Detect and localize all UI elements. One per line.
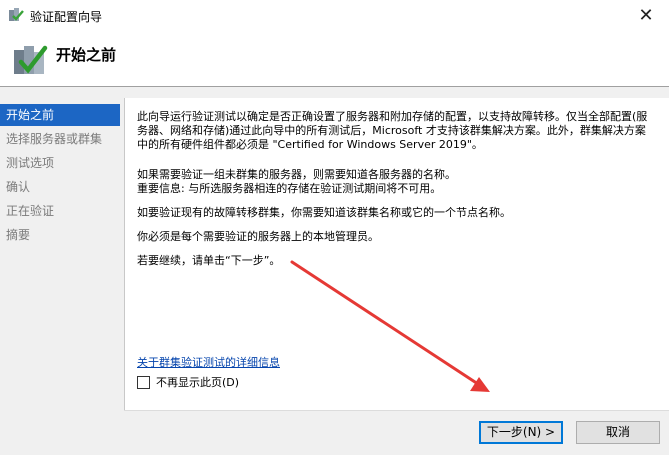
dont-show-again-label: 不再显示此页(D) [156, 376, 240, 389]
nav-item-test-options[interactable]: 测试选项 [0, 152, 120, 174]
dont-show-again-row[interactable]: 不再显示此页(D) [137, 374, 239, 390]
existing-cluster-note: 如要验证现有的故障转移群集，你需要知道该群集名称或它的一个节点名称。 [137, 206, 511, 219]
nav-item-select-servers[interactable]: 选择服务器或群集 [0, 128, 120, 150]
footer-divider [124, 410, 669, 411]
dont-show-again-checkbox[interactable] [137, 375, 150, 389]
admin-requirement-note: 你必须是每个需要验证的服务器上的本地管理员。 [137, 230, 379, 243]
nav-item-validating[interactable]: 正在验证 [0, 200, 120, 222]
unclustered-servers-note: 如果需要验证一组未群集的服务器，则需要知道各服务器的名称。 [137, 168, 456, 181]
intro-paragraph: 此向导运行验证测试以确定是否正确设置了服务器和附加存储的配置，以支持故障转移。仅… [137, 110, 648, 151]
title-bar: 验证配置向导 ✕ [0, 0, 669, 30]
cluster-validate-icon [14, 45, 48, 74]
page-title: 开始之前 [56, 46, 117, 64]
wizard-header: 开始之前 [0, 30, 669, 87]
close-icon: ✕ [638, 4, 654, 26]
nav-item-before-you-begin[interactable]: 开始之前 [0, 104, 120, 126]
validation-details-link[interactable]: 关于群集验证测试的详细信息 [137, 354, 280, 370]
window-title: 验证配置向导 [30, 10, 103, 24]
nav-item-confirm[interactable]: 确认 [0, 176, 120, 198]
nav-item-summary[interactable]: 摘要 [0, 224, 120, 246]
close-button[interactable]: ✕ [623, 0, 669, 30]
continue-instruction: 若要继续，请单击“下一步”。 [137, 254, 281, 267]
next-button[interactable]: 下一步(N) > [479, 421, 563, 444]
content-pane: 此向导运行验证测试以确定是否正确设置了服务器和附加存储的配置，以支持故障转移。仅… [124, 98, 669, 410]
wizard-steps-nav: 开始之前 选择服务器或群集 测试选项 确认 正在验证 摘要 [0, 98, 122, 438]
storage-warning-note: 重要信息: 与所选服务器相连的存储在验证测试期间将不可用。 [137, 182, 442, 195]
cancel-button[interactable]: 取消 [576, 421, 660, 444]
wizard-app-icon [9, 8, 24, 21]
